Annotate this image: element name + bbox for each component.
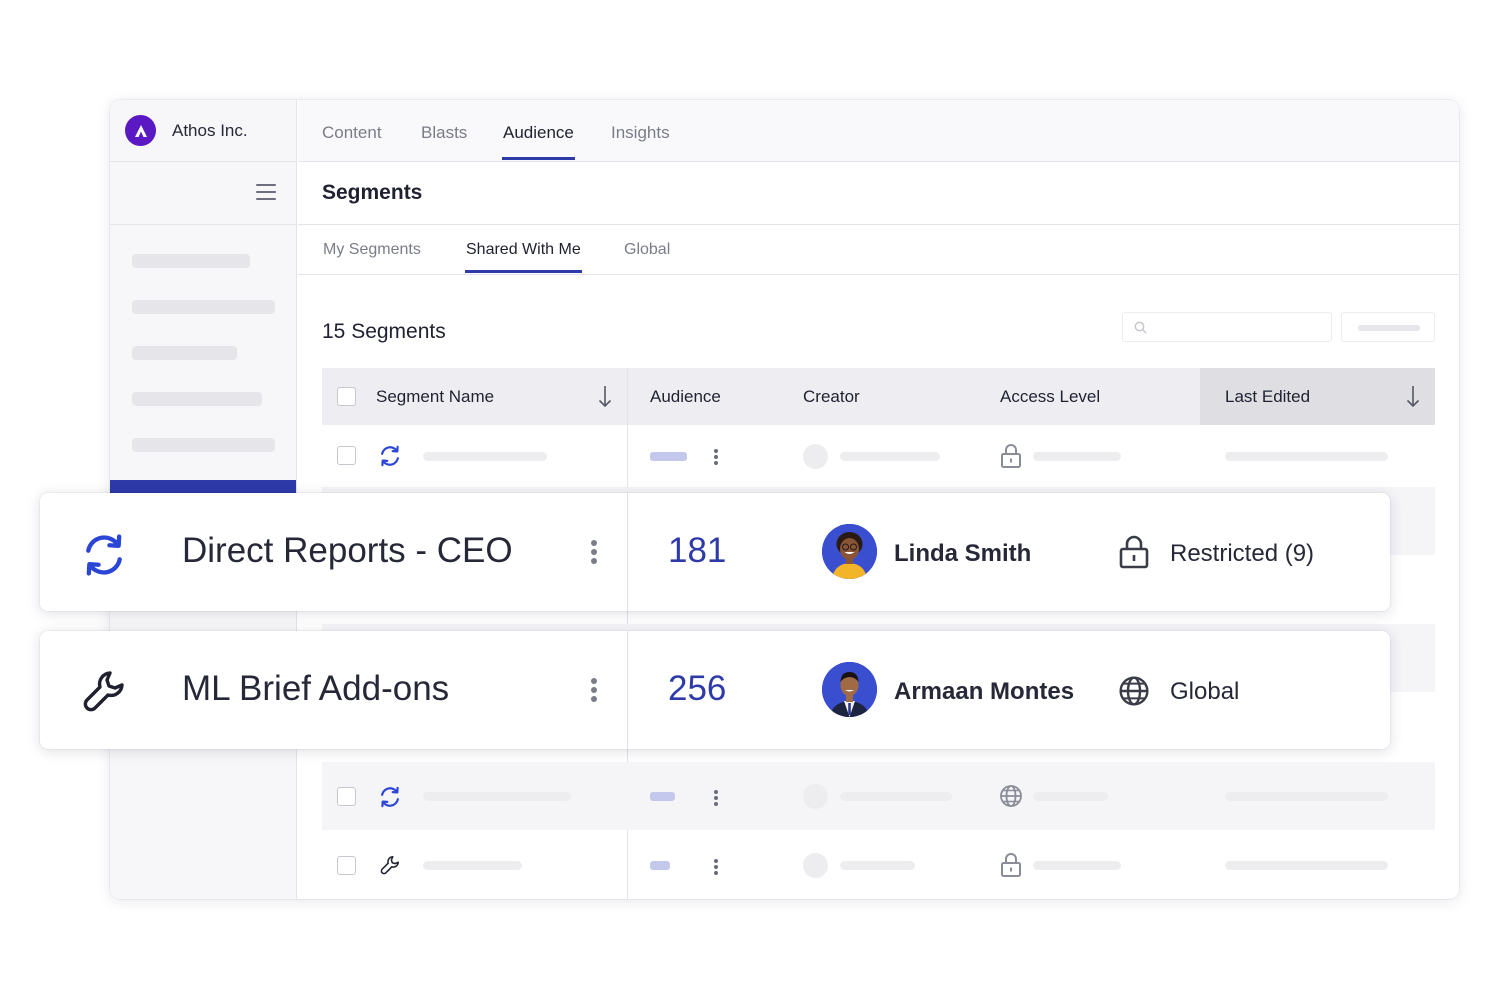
lock-icon [1001,853,1021,877]
tab-content[interactable]: Content [322,123,382,143]
tab-shared-with-me[interactable]: Shared With Me [465,241,582,273]
segment-name[interactable]: ML Brief Add-ons [182,669,449,709]
avatar [822,662,877,717]
row-checkbox[interactable] [337,856,356,875]
sort-arrow-down-icon[interactable] [1406,385,1420,408]
org-switcher[interactable]: Athos Inc. [110,100,296,162]
column-last-edited[interactable]: Last Edited [1225,387,1310,407]
tab-my-segments[interactable]: My Segments [323,241,421,259]
sort-arrow-down-icon[interactable] [598,385,612,408]
name-placeholder [423,792,571,801]
filter-button[interactable] [1341,312,1435,342]
globe-icon [1000,785,1022,807]
tab-global[interactable]: Global [624,241,670,259]
table-header: Segment Name Audience Creator Access Lev… [322,368,1435,425]
audience-placeholder [650,792,675,801]
name-placeholder [423,452,547,461]
sidebar-item-placeholder[interactable] [132,346,237,360]
table-row[interactable] [322,762,1435,830]
access-placeholder [1033,452,1121,461]
lock-icon [1001,444,1021,468]
row-checkbox[interactable] [337,787,356,806]
avatar-placeholder [803,444,828,469]
table-row[interactable] [322,424,1435,492]
column-audience[interactable]: Audience [650,387,721,407]
sidebar-item-placeholder[interactable] [132,438,275,452]
avatar [822,524,877,579]
segment-name[interactable]: Direct Reports - CEO [182,531,513,571]
audience-placeholder [650,861,670,870]
access-placeholder [1033,792,1108,801]
table-row[interactable] [322,831,1435,899]
sidebar-item-placeholder[interactable] [132,392,262,406]
sync-icon [381,445,399,467]
top-navigation: Content Blasts Audience Insights [298,100,1459,162]
access-level: Global [1170,678,1240,705]
sidebar-toolbar [110,162,296,225]
column-divider [627,493,628,611]
sync-icon [86,534,122,576]
wrench-icon [83,671,124,712]
segment-count: 15 Segments [322,320,446,343]
date-placeholder [1225,861,1388,870]
more-options-icon[interactable] [591,678,597,705]
divider [298,224,1459,225]
column-segment-name[interactable]: Segment Name [376,387,494,407]
audience-placeholder [650,452,687,461]
avatar-placeholder [803,853,828,878]
hamburger-menu-icon[interactable] [256,184,276,202]
tab-blasts[interactable]: Blasts [421,123,467,143]
sidebar-item-active[interactable] [110,480,296,494]
segment-card[interactable]: Direct Reports - CEO 181 Linda Smith Res… [40,493,1390,611]
globe-icon [1119,676,1149,706]
access-placeholder [1033,861,1121,870]
column-creator[interactable]: Creator [803,387,860,407]
page-title: Segments [322,181,423,204]
audience-count[interactable]: 181 [668,531,726,571]
search-input[interactable] [1122,312,1332,342]
sync-icon [381,786,399,808]
org-name: Athos Inc. [172,120,248,140]
audience-count[interactable]: 256 [668,669,726,709]
select-all-checkbox[interactable] [337,387,356,406]
creator-placeholder [840,861,915,870]
access-level: Restricted (9) [1170,540,1315,567]
creator-name: Linda Smith [894,540,1032,567]
column-divider [627,631,628,749]
sidebar-item-placeholder[interactable] [132,300,275,314]
name-placeholder [423,861,522,870]
avatar-placeholder [803,784,828,809]
creator-placeholder [840,452,940,461]
tab-insights[interactable]: Insights [611,123,670,143]
lock-icon [1119,535,1149,569]
row-checkbox[interactable] [337,446,356,465]
divider [298,274,1459,275]
creator-name: Armaan Montes [894,678,1075,705]
sidebar-item-placeholder[interactable] [132,254,250,268]
creator-placeholder [840,792,952,801]
wrench-icon [380,855,400,875]
row-menu-icon[interactable] [714,790,718,808]
row-menu-icon[interactable] [714,859,718,877]
column-access-level[interactable]: Access Level [1000,387,1100,407]
athos-logo-icon [125,115,156,146]
tab-audience[interactable]: Audience [502,123,575,160]
date-placeholder [1225,452,1388,461]
search-icon [1134,321,1147,334]
segment-card[interactable]: ML Brief Add-ons 256 Armaan Montes Globa… [40,631,1390,749]
more-options-icon[interactable] [591,540,597,567]
row-menu-icon[interactable] [714,449,718,467]
date-placeholder [1225,792,1388,801]
